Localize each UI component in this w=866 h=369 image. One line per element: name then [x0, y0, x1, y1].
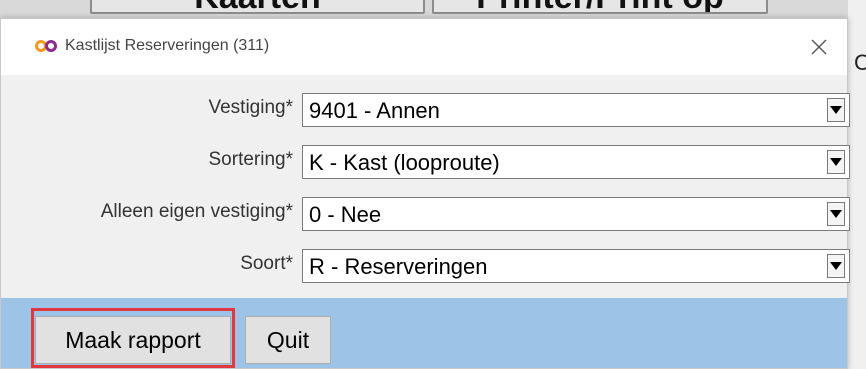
- title-bar: Kastlijst Reserveringen (311): [1, 19, 847, 75]
- background-button-printer[interactable]: Printer/Print op: [432, 0, 768, 14]
- quit-button[interactable]: Quit: [245, 316, 331, 364]
- alleen-eigen-vestiging-value: 0 - Nee: [309, 202, 382, 227]
- close-icon: [811, 39, 827, 55]
- soort-dropdown-button[interactable]: [827, 254, 845, 278]
- background-button-kaarten[interactable]: Kaarten: [90, 0, 425, 14]
- make-report-button[interactable]: Maak rapport: [35, 316, 231, 364]
- background-right-edge: C: [848, 0, 866, 369]
- field-row-sortering: Sortering* K - Kast (looproute): [1, 145, 850, 179]
- soort-value: R - Reserveringen: [309, 254, 488, 279]
- sortering-value: K - Kast (looproute): [309, 150, 500, 175]
- dropdown-arrow-icon: [830, 210, 842, 218]
- vestiging-dropdown-button[interactable]: [827, 98, 845, 122]
- dropdown-arrow-icon: [830, 262, 842, 270]
- sortering-select[interactable]: K - Kast (looproute): [302, 145, 850, 179]
- vestiging-select[interactable]: 9401 - Annen: [302, 93, 850, 127]
- soort-select[interactable]: R - Reserveringen: [302, 249, 850, 283]
- field-row-vestiging: Vestiging* 9401 - Annen: [1, 93, 850, 127]
- background-edge-glyph: C: [854, 50, 866, 75]
- infinity-logo-icon: [35, 40, 57, 52]
- report-dialog: Kastlijst Reserveringen (311) Vestiging*…: [0, 18, 850, 369]
- form-area: Vestiging* 9401 - Annen Sortering* K - K…: [1, 75, 850, 298]
- dialog-title: Kastlijst Reserveringen (311): [65, 37, 270, 54]
- dropdown-arrow-icon: [830, 106, 842, 114]
- field-label-sortering: Sortering*: [208, 149, 294, 170]
- field-label-vestiging: Vestiging*: [208, 97, 293, 118]
- field-label-alleen-eigen-vestiging: Alleen eigen vestiging*: [100, 201, 293, 222]
- field-label-soort: Soort*: [240, 253, 293, 274]
- sortering-dropdown-button[interactable]: [827, 150, 845, 174]
- button-bar: Maak rapport Quit: [1, 298, 847, 368]
- vestiging-value: 9401 - Annen: [309, 98, 440, 123]
- alleen-eigen-vestiging-dropdown-button[interactable]: [827, 202, 845, 226]
- field-row-alleen-eigen-vestiging: Alleen eigen vestiging* 0 - Nee: [1, 197, 850, 231]
- field-row-soort: Soort* R - Reserveringen: [1, 249, 850, 283]
- alleen-eigen-vestiging-select[interactable]: 0 - Nee: [302, 197, 850, 231]
- close-button[interactable]: [799, 27, 839, 67]
- dropdown-arrow-icon: [830, 158, 842, 166]
